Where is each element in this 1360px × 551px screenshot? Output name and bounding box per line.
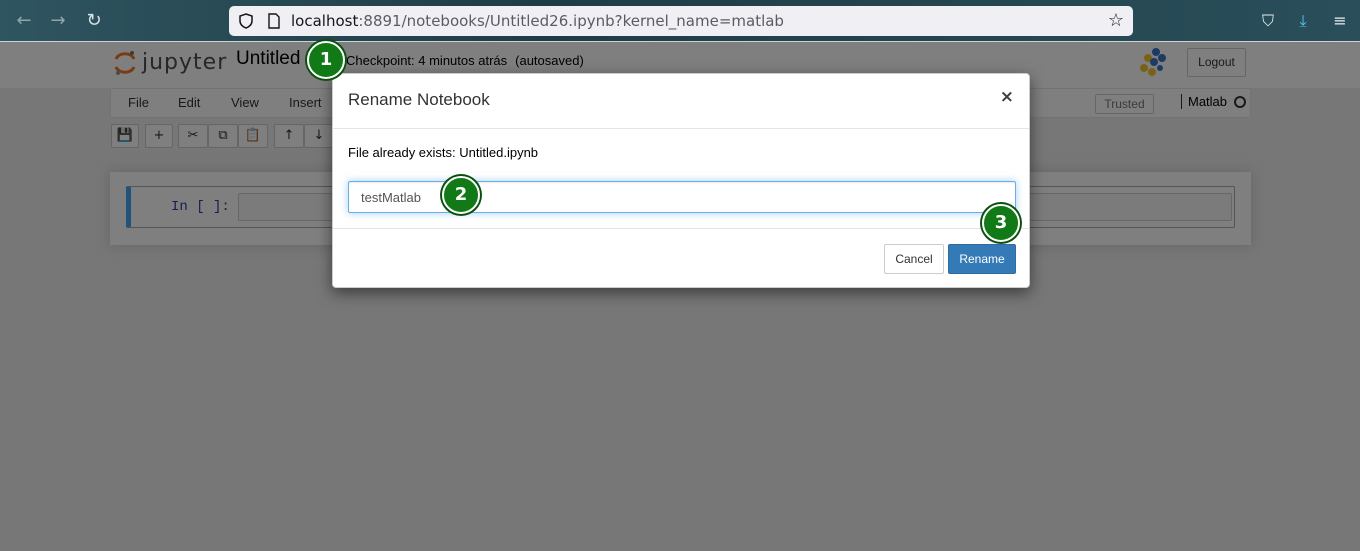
forward-icon[interactable]: →	[46, 9, 70, 33]
close-icon[interactable]: ×	[1000, 87, 1014, 107]
url-text[interactable]: localhost:8891/notebooks/Untitled26.ipyn…	[291, 12, 784, 30]
rename-notebook-dialog: Rename Notebook × File already exists: U…	[332, 73, 1030, 288]
download-icon[interactable]: ⤓	[1293, 11, 1313, 31]
rename-button[interactable]: Rename	[948, 244, 1016, 274]
browser-toolbar: ← → ↻ localhost:8891/notebooks/Untitled2…	[0, 0, 1360, 42]
step-badge-1: 1	[307, 41, 345, 79]
menu-icon[interactable]: ≡	[1330, 11, 1350, 31]
shield-icon[interactable]	[237, 12, 255, 30]
step-badge-2: 2	[442, 176, 480, 214]
page-icon	[268, 13, 280, 29]
divider	[333, 228, 1029, 229]
step-badge-3: 3	[982, 204, 1020, 242]
back-icon[interactable]: ←	[12, 9, 36, 33]
pocket-icon[interactable]: ⛉	[1258, 11, 1278, 31]
dialog-message: File already exists: Untitled.ipynb	[348, 145, 539, 160]
cancel-button[interactable]: Cancel	[884, 244, 944, 274]
dialog-title: Rename Notebook	[348, 90, 490, 109]
divider	[333, 128, 1029, 129]
reload-icon[interactable]: ↻	[82, 9, 106, 33]
address-bar[interactable]: localhost:8891/notebooks/Untitled26.ipyn…	[229, 6, 1133, 36]
bookmark-star-icon[interactable]: ☆	[1105, 10, 1127, 32]
